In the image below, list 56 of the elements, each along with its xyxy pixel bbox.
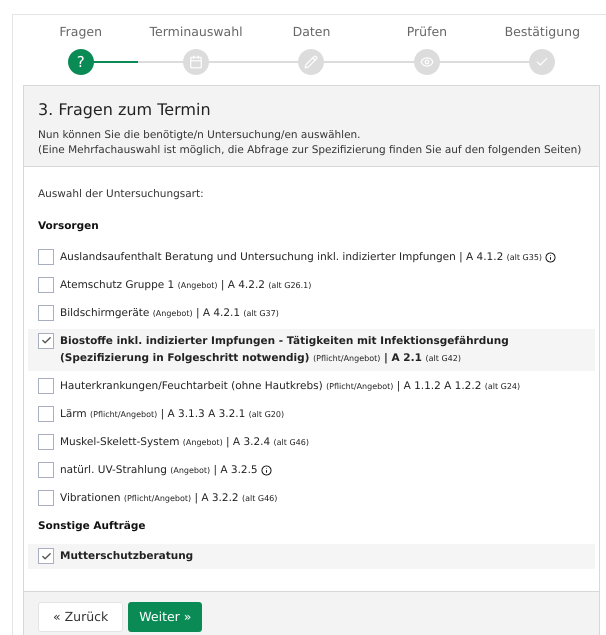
option-text: Mutterschutzberatung	[60, 549, 194, 564]
step-label: Prüfen	[406, 23, 448, 41]
intro-text: Auswahl der Untersuchungsart:	[37, 187, 205, 202]
step-indicator[interactable]	[414, 49, 440, 75]
step-label: Fragen	[59, 23, 102, 41]
step-indicator[interactable]	[298, 49, 324, 75]
checkmark-icon	[40, 335, 52, 346]
option-text: Bildschirmgeräte (Angebot) | A 4.2.1 (alt G37)	[60, 306, 279, 320]
option-row[interactable]: Lärm (Pflicht/Angebot) | A 3.1.3 A 3.2.1 (alt G20)	[28, 402, 595, 426]
checkbox[interactable]	[38, 304, 54, 320]
option-text: Auslandsaufenthalt Beratung und Untersuchung inkl. indizierter Impfungen | A 4.1.2 (alt G35)	[60, 250, 542, 264]
group-heading: Vorsorgen	[37, 218, 100, 234]
option-row[interactable]: Vibrationen (Pflicht/Angebot) | A 3.2.2 (alt G46)	[28, 486, 595, 510]
option-row[interactable]: Bildschirmgeräte (Angebot) | A 4.2.1 (alt G37)	[28, 300, 595, 326]
step-label: Terminauswahl	[150, 23, 243, 41]
option-text: Muskel-Skelett-System (Angebot) | A 3.2.4 (alt G46)	[60, 434, 309, 450]
option-text: Biostoffe inkl. indizierter Impfungen - Tätigkeiten mit Infektionsgefährdung (Spezifizierung in Folgeschritt notwendig) (Pflicht/Angebot) | A 2.1 (alt G42)	[60, 334, 510, 366]
checkbox[interactable]	[38, 248, 54, 264]
question-mark-icon: ?	[76, 50, 85, 74]
info-icon[interactable]	[260, 464, 272, 476]
section-title: 3. Fragen zum Termin	[38, 99, 212, 121]
checkbox[interactable]	[38, 276, 54, 292]
back-button[interactable]: « Zurück	[38, 602, 124, 632]
step-indicator[interactable]: ?	[68, 49, 94, 75]
option-text: natürl. UV-Strahlung (Angebot) | A 3.2.5	[60, 462, 258, 478]
instruction-text: (Eine Mehrfachauswahl ist möglich, die Abfrage zur Spezifizierung finden Sie auf den folgenden Seiten)	[38, 143, 582, 158]
eye-icon	[420, 55, 434, 69]
option-row[interactable]: natürl. UV-Strahlung (Angebot) | A 3.2.5	[28, 458, 595, 482]
step-label: Daten	[292, 23, 330, 41]
group-heading: Sonstige Aufträge	[37, 518, 147, 534]
option-row[interactable]: Auslandsaufenthalt Beratung und Untersuchung inkl. indizierter Impfungen | A 4.1.2 (alt G35)	[28, 244, 595, 270]
calendar-icon	[189, 55, 204, 69]
option-text: Lärm (Pflicht/Angebot) | A 3.1.3 A 3.2.1 (alt G20)	[60, 406, 284, 422]
checkmark-icon	[40, 550, 52, 562]
info-icon[interactable]	[545, 252, 556, 262]
option-text: Atemschutz Gruppe 1 (Angebot) | A 4.2.2 (alt G26.1)	[60, 278, 312, 292]
option-row[interactable]: Mutterschutzberatung	[28, 544, 595, 570]
checkbox[interactable]	[38, 406, 54, 422]
option-text: Hauterkrankungen/Feuchtarbeit (ohne Hautkrebs) (Pflicht/Angebot) | A 1.1.2 A 1.2.2 (alt G24)	[60, 378, 520, 394]
option-row[interactable]: Muskel-Skelett-System (Angebot) | A 3.2.4 (alt G46)	[28, 430, 595, 454]
option-row[interactable]: Atemschutz Gruppe 1 (Angebot) | A 4.2.2 (alt G26.1)	[28, 272, 595, 298]
step-label: Bestätigung	[504, 23, 580, 41]
checkbox[interactable]	[38, 332, 54, 348]
checkbox[interactable]	[38, 378, 54, 394]
checkbox[interactable]	[38, 490, 54, 506]
step-indicator[interactable]	[183, 49, 210, 75]
instruction-text: Nun können Sie die benötigte/n Untersuchung/en auswählen.	[38, 128, 362, 143]
checkbox[interactable]	[38, 462, 54, 478]
option-text: Vibrationen (Pflicht/Angebot) | A 3.2.2 (alt G46)	[60, 490, 278, 506]
option-row[interactable]: Hauterkrankungen/Feuchtarbeit (ohne Hautkrebs) (Pflicht/Angebot) | A 1.1.2 A 1.2.2 (alt G24)	[28, 374, 595, 398]
pencil-icon	[304, 55, 318, 69]
step-indicator[interactable]	[529, 49, 556, 75]
option-row[interactable]: Biostoffe inkl. indizierter Impfungen - Tätigkeiten mit Infektionsgefährdung (Spezifizierung in Folgeschritt notwendig) (Pflicht/Angebot) | A 2.1 (alt G42)	[28, 328, 595, 370]
checkbox[interactable]	[38, 548, 54, 564]
next-button[interactable]: Weiter »	[128, 602, 202, 632]
checkbox[interactable]	[38, 434, 54, 450]
